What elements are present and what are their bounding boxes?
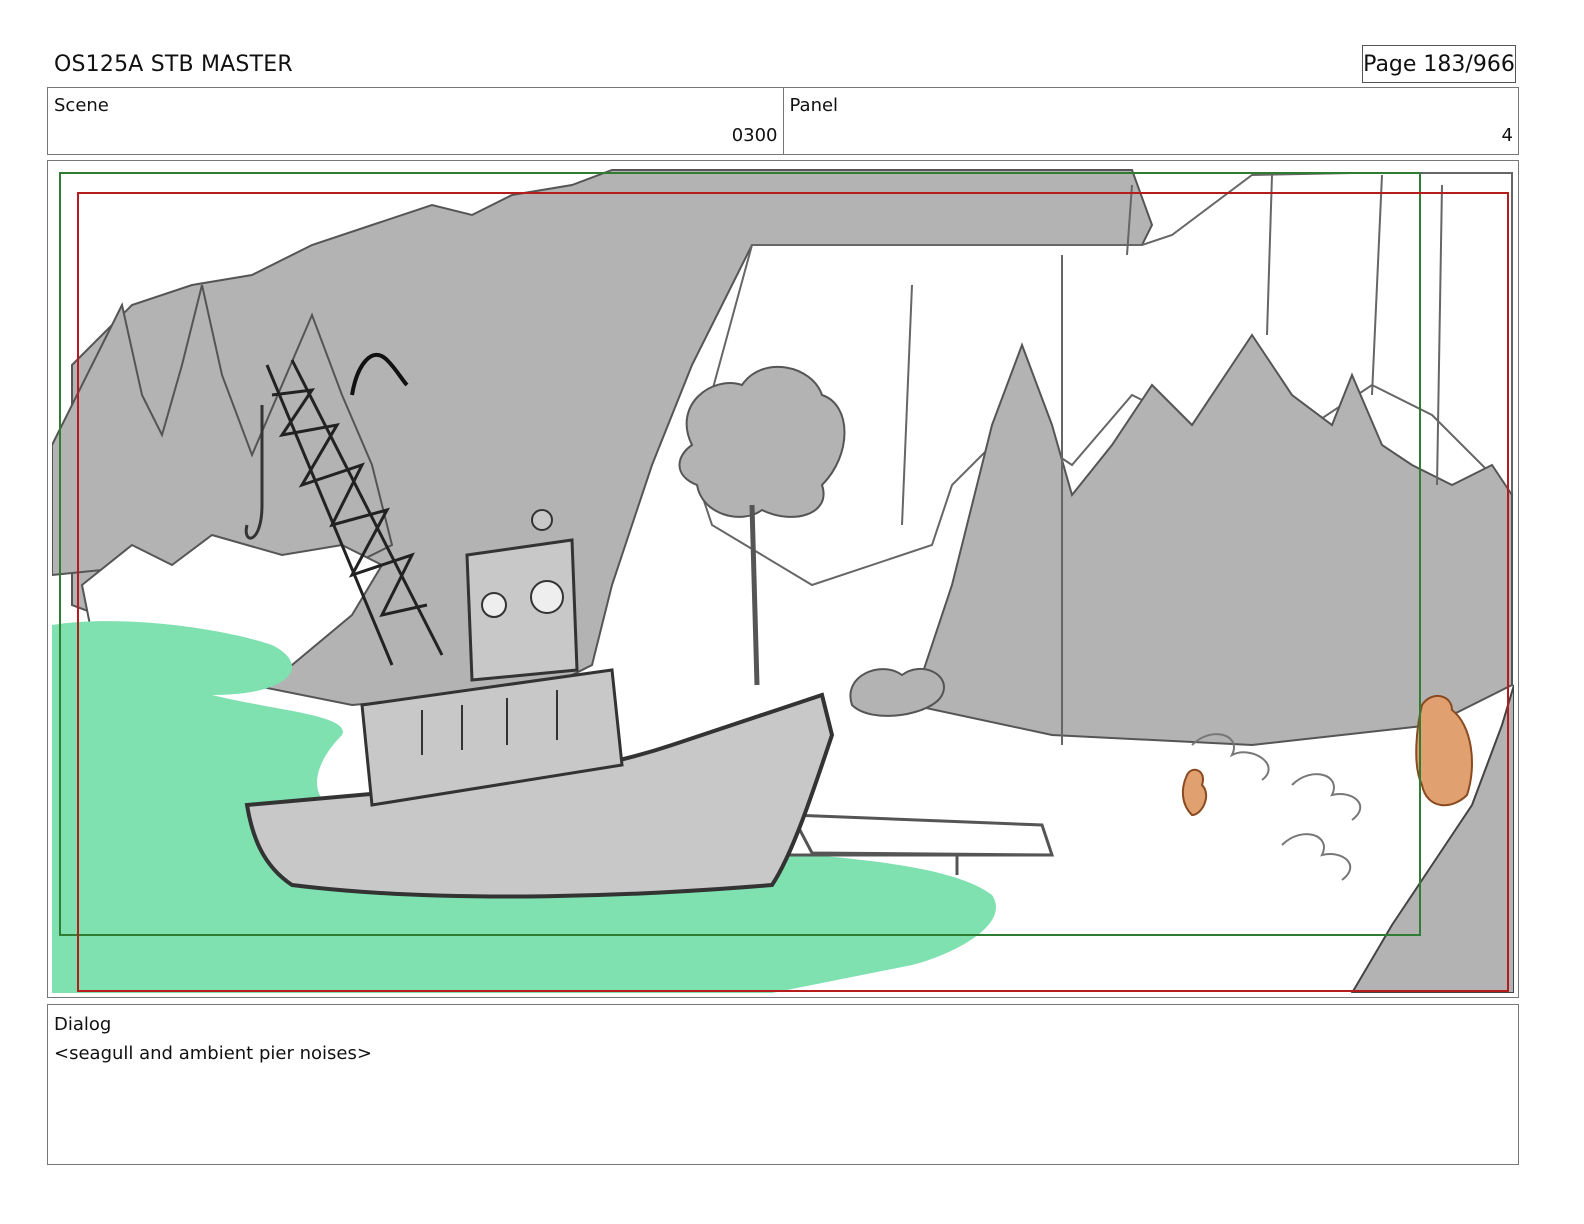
dialog-text: <seagull and ambient pier noises> bbox=[54, 1043, 372, 1064]
panel-value: 4 bbox=[1501, 125, 1513, 146]
panel-cell: Panel 4 bbox=[782, 88, 1519, 154]
dialog-label: Dialog bbox=[54, 1014, 112, 1035]
boat-light bbox=[531, 509, 553, 531]
storyboard-panel bbox=[47, 160, 1519, 998]
character-bear bbox=[1415, 695, 1473, 807]
round-tree bbox=[678, 366, 846, 518]
ground-scribbles bbox=[1191, 733, 1362, 881]
scene-label: Scene bbox=[54, 95, 109, 116]
document-title: OS125A STB MASTER bbox=[54, 52, 293, 77]
porthole-left bbox=[481, 592, 507, 618]
dialog-box: Dialog <seagull and ambient pier noises> bbox=[47, 1004, 1519, 1165]
scene-cell: Scene 0300 bbox=[48, 88, 783, 154]
page-number: Page 183/966 bbox=[1362, 45, 1516, 83]
scene-panel-info: Scene 0300 Panel 4 bbox=[47, 87, 1519, 155]
panel-label: Panel bbox=[789, 95, 839, 116]
storyboard-sketch bbox=[52, 169, 1514, 993]
character-small bbox=[1181, 768, 1208, 817]
porthole-right bbox=[530, 580, 564, 614]
scene-value: 0300 bbox=[731, 125, 778, 146]
